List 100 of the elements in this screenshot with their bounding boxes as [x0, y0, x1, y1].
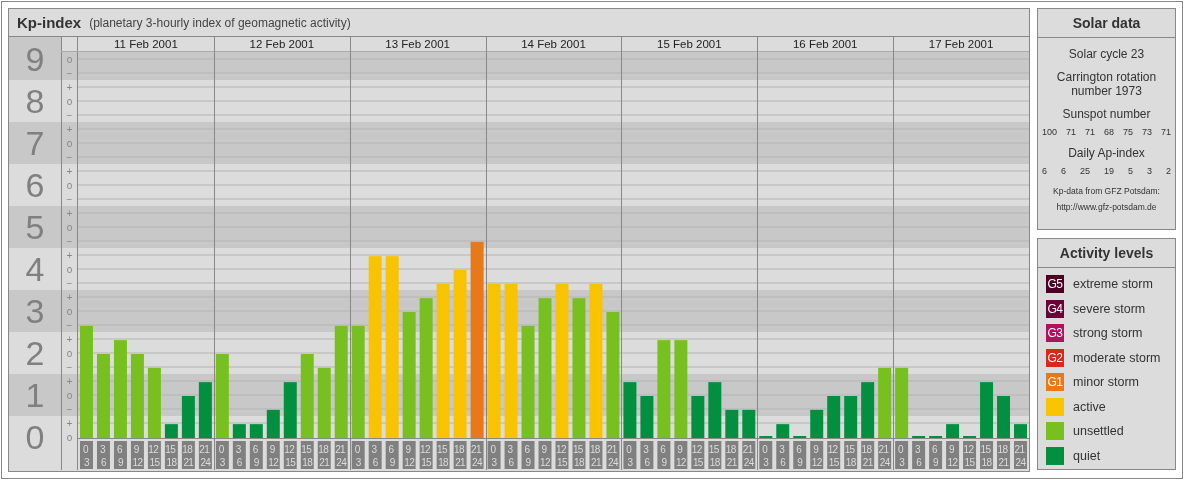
solar-cycle: Solar cycle 23 — [1067, 47, 1146, 61]
time-slot-label: 3 6 — [776, 441, 790, 469]
time-slot-label: 0 3 — [759, 441, 773, 469]
scale-mark: − — [66, 362, 73, 373]
date-label: 15 Feb 2001 — [657, 38, 722, 50]
scale-mark: o — [66, 264, 73, 275]
scale-mark: − — [66, 320, 73, 331]
time-slot-label: 6 9 — [657, 441, 671, 469]
ap-index-label: Daily Ap-index — [1067, 146, 1146, 160]
scale-mark: o — [66, 432, 73, 443]
scale-mark: o — [66, 180, 73, 191]
time-slot-label: 21 24 — [1014, 441, 1027, 469]
chart-title: Kp-index — [17, 14, 82, 31]
scale-mark: − — [66, 68, 73, 79]
level-swatch: G4 — [1046, 299, 1064, 318]
sunspot-value: 73 — [1141, 127, 1152, 137]
scale-number: 4 — [25, 250, 45, 288]
time-slot-label: 15 18 — [708, 441, 722, 469]
level-label: active — [1073, 399, 1106, 414]
scale-mark: o — [66, 96, 73, 107]
ap-value: 3 — [1146, 166, 1152, 176]
time-slot-label: 9 12 — [946, 441, 960, 469]
time-slot-label: 12 15 — [691, 441, 705, 469]
time-slot-label: 21 24 — [878, 441, 892, 469]
level-swatch: G1 — [1046, 373, 1064, 391]
ap-value: 19 — [1103, 166, 1114, 176]
time-slot-label: 15 18 — [572, 441, 586, 469]
scale-mark: + — [66, 82, 73, 93]
scale-number: 3 — [25, 292, 45, 330]
scale-mark: + — [66, 250, 73, 261]
date-label: 17 Feb 2001 — [928, 38, 994, 50]
credit-link[interactable]: http://www.gfz-potsdam.de — [1056, 202, 1157, 212]
scale-mark: + — [66, 166, 73, 177]
sunspot-value: 71 — [1085, 127, 1095, 137]
time-slot-label: 15 18 — [844, 441, 858, 469]
time-slot-label: 15 18 — [980, 441, 994, 469]
sunspot-value: 100 — [1042, 127, 1058, 137]
scale-mark: + — [66, 334, 73, 345]
ap-value: 25 — [1079, 166, 1090, 176]
sunspot-value: 71 — [1160, 127, 1171, 137]
time-slot-label: 18 21 — [861, 441, 875, 469]
ap-value: 6 — [1042, 166, 1047, 176]
date-label: 12 Feb 2001 — [249, 38, 315, 50]
scale-number: 5 — [25, 208, 45, 246]
scale-number: 1 — [25, 376, 45, 414]
ap-value: 5 — [1127, 166, 1133, 176]
time-slot-label: 21 24 — [606, 441, 620, 469]
scale-number: 7 — [25, 124, 45, 162]
scale-mark: − — [66, 110, 73, 121]
scale-mark: − — [66, 278, 73, 289]
time-slot-label: 6 9 — [793, 441, 807, 469]
date-label: 14 Feb 2001 — [521, 38, 586, 50]
scale-mark: − — [66, 194, 73, 205]
time-slot-label: 9 12 — [674, 441, 688, 469]
time-slot-label: 0 3 — [80, 441, 93, 469]
level-swatch: G3 — [1046, 324, 1064, 342]
level-label: severe storm — [1073, 301, 1146, 316]
scale-mark: − — [66, 404, 73, 415]
level-label: quiet — [1073, 448, 1101, 463]
scale-mark: + — [66, 124, 73, 135]
sunspot-value: 71 — [1066, 127, 1076, 137]
level-label: minor storm — [1073, 375, 1139, 389]
time-slot-label: 3 6 — [912, 441, 926, 469]
scale-number: 8 — [25, 82, 45, 120]
scale-number: 6 — [25, 166, 45, 204]
sunspot-value: 68 — [1103, 127, 1114, 137]
level-swatch: G5 — [1046, 275, 1064, 293]
date-label: 11 Feb 2001 — [114, 38, 178, 50]
scale-number: 9 — [25, 40, 45, 78]
time-slot-label: 3 6 — [640, 441, 654, 469]
level-label: strong storm — [1073, 326, 1143, 340]
time-slot-label: 6 9 — [929, 441, 943, 469]
date-label: 13 Feb 2001 — [385, 38, 450, 50]
time-slot-label: 0 3 — [623, 441, 637, 469]
time-slot-label: 9 12 — [810, 441, 824, 469]
panel-title: Solar data — [1038, 9, 1175, 38]
time-slot-label: 12 15 — [963, 441, 977, 469]
scale-mark: + — [66, 418, 73, 429]
level-label: unsettled — [1073, 424, 1124, 438]
scale-number: 2 — [25, 334, 45, 372]
time-slot-label: 12 15 — [827, 441, 841, 469]
scale-mark: + — [66, 292, 73, 303]
rotation-number: Carrington rotation number 1973 — [1055, 70, 1158, 98]
level-label: moderate storm — [1073, 350, 1161, 365]
time-slot-label: 18 21 — [997, 441, 1010, 469]
chart-subtitle: (planetary 3-hourly index of geomagnetic activity) — [89, 15, 351, 30]
scale-number: 0 — [25, 418, 45, 456]
credit-text: Kp-data from GFZ Potsdam: — [1052, 186, 1161, 196]
sunspot-value: 75 — [1122, 127, 1133, 137]
scale-mark: − — [66, 152, 73, 163]
scale-mark: + — [66, 376, 73, 387]
time-slot-label: 18 21 — [725, 441, 739, 469]
scale-mark: o — [66, 348, 73, 359]
time-slot-label: 21 24 — [742, 441, 756, 469]
sunspot-label: Sunspot number — [1061, 107, 1152, 121]
ap-value: 6 — [1061, 166, 1066, 176]
level-swatch: G2 — [1046, 348, 1064, 367]
date-label: 16 Feb 2001 — [792, 38, 858, 50]
time-slot-label: 18 21 — [589, 441, 603, 469]
panel-title: Activity levels — [1038, 239, 1175, 268]
